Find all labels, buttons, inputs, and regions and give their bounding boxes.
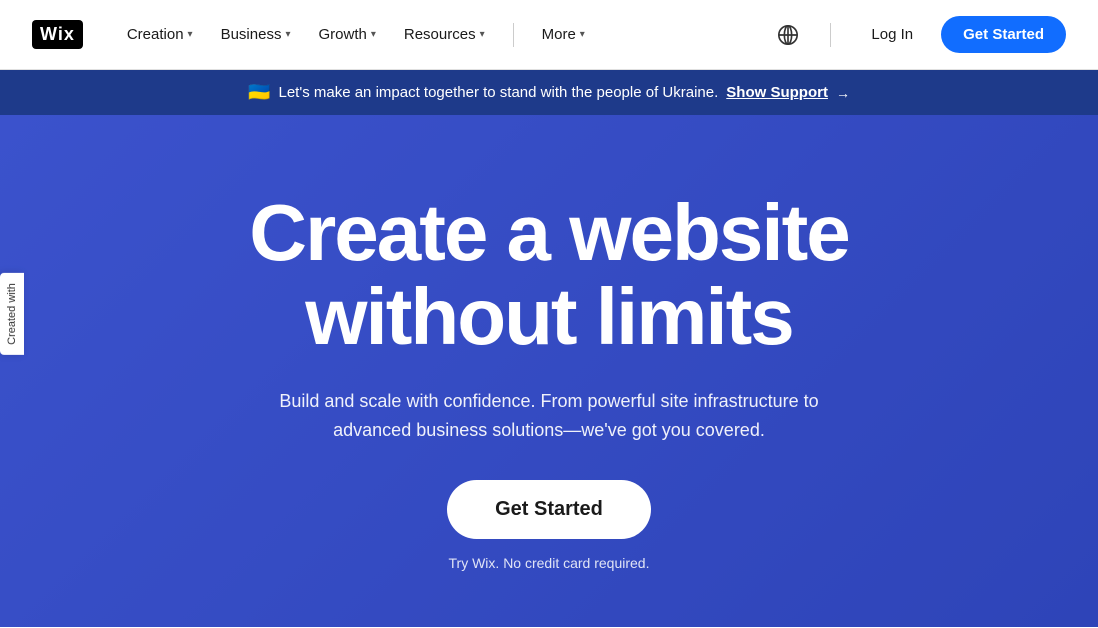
chevron-down-icon: ▾ — [580, 29, 585, 40]
nav-right-divider — [830, 23, 831, 47]
arrow-icon: → — [836, 85, 850, 101]
nav-item-more[interactable]: More ▾ — [530, 18, 597, 51]
get-started-button-nav[interactable]: Get Started — [941, 16, 1066, 53]
side-tab-text: Created with — [6, 283, 18, 345]
nav-item-growth[interactable]: Growth ▾ — [306, 18, 387, 51]
hero-title-line2: without limits — [305, 272, 793, 361]
show-support-link[interactable]: Show Support — [726, 84, 828, 101]
navbar: Wix Creation ▾ Business ▾ Growth ▾ Resou… — [0, 0, 1098, 70]
chevron-down-icon: ▾ — [371, 29, 376, 40]
side-tab: Created with — [0, 273, 24, 355]
nav-label-growth: Growth — [318, 26, 366, 43]
nav-divider — [513, 23, 514, 47]
hero-title: Create a website without limits — [249, 191, 848, 359]
ukraine-flag-icon: 🇺🇦 — [248, 82, 270, 103]
logo[interactable]: Wix — [32, 20, 83, 49]
hero-title-line1: Create a website — [249, 188, 848, 277]
chevron-down-icon: ▾ — [188, 29, 193, 40]
nav-label-business: Business — [221, 26, 282, 43]
nav-links: Creation ▾ Business ▾ Growth ▾ Resources… — [115, 18, 775, 51]
nav-label-more: More — [542, 26, 576, 43]
hero-subtitle: Build and scale with confidence. From po… — [259, 387, 839, 445]
nav-item-creation[interactable]: Creation ▾ — [115, 18, 205, 51]
nav-label-creation: Creation — [127, 26, 184, 43]
logo-text[interactable]: Wix — [32, 20, 83, 49]
banner-message: Let's make an impact together to stand w… — [278, 84, 718, 101]
hero-section: Create a website without limits Build an… — [0, 115, 1098, 627]
chevron-down-icon: ▾ — [480, 29, 485, 40]
ukraine-banner: 🇺🇦 Let's make an impact together to stan… — [0, 70, 1098, 115]
chevron-down-icon: ▾ — [285, 29, 290, 40]
hero-note: Try Wix. No credit card required. — [449, 555, 650, 571]
nav-right: Log In Get Started — [774, 16, 1066, 53]
login-button[interactable]: Log In — [859, 18, 925, 51]
globe-icon[interactable] — [774, 21, 802, 49]
nav-item-business[interactable]: Business ▾ — [209, 18, 303, 51]
nav-item-resources[interactable]: Resources ▾ — [392, 18, 497, 51]
nav-label-resources: Resources — [404, 26, 476, 43]
get-started-button-hero[interactable]: Get Started — [447, 480, 651, 539]
